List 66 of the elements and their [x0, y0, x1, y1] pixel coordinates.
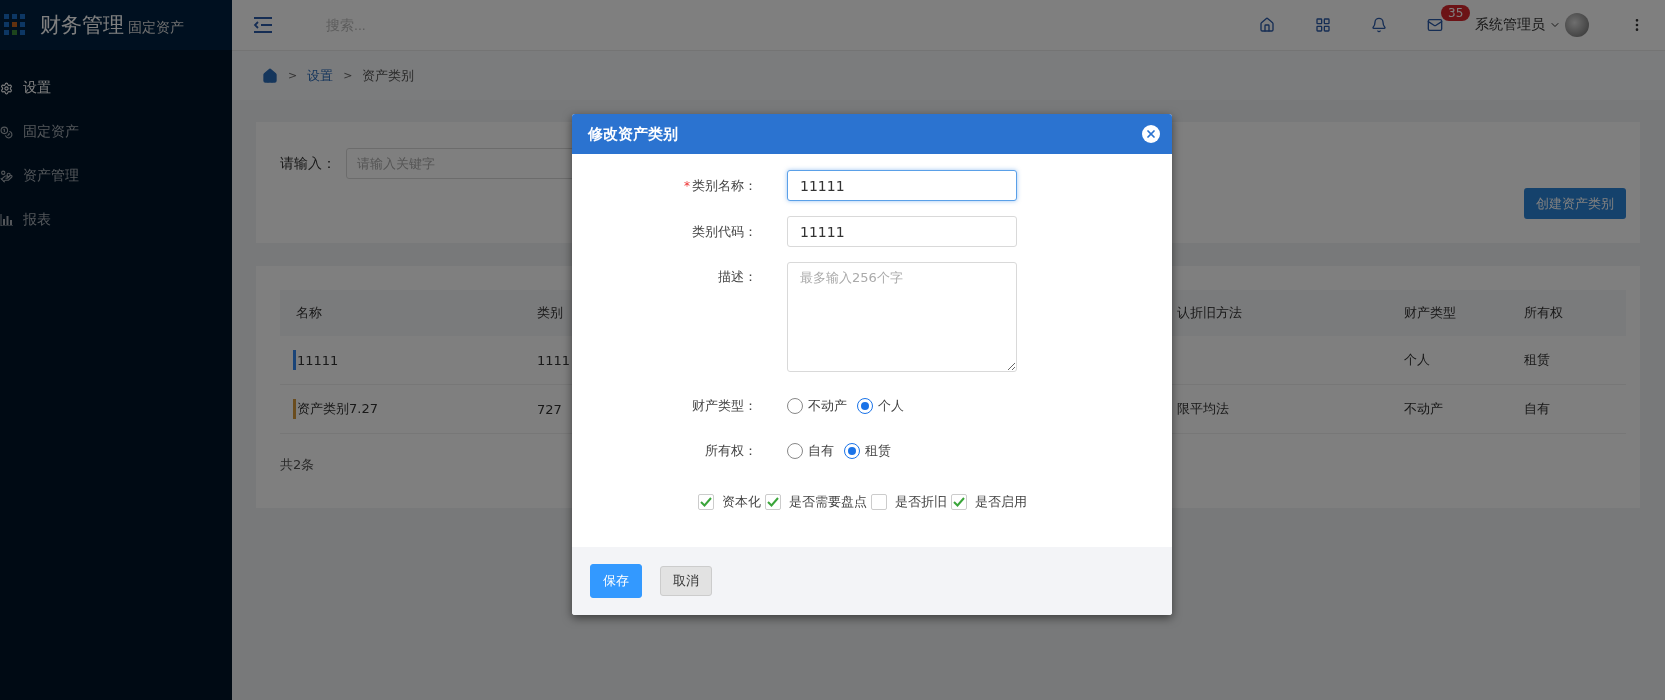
gear-icon: [0, 81, 13, 95]
checkbox-label: 是否需要盘点: [788, 493, 867, 511]
column-header: 财产类型: [1388, 290, 1508, 336]
radio-label: 自有: [808, 442, 834, 460]
radio-label: 不动产: [808, 397, 847, 415]
field-label: 类别名称：: [692, 176, 757, 195]
description-field[interactable]: 最多输入256个字: [787, 262, 1017, 372]
count-badge: 35: [1441, 5, 1471, 21]
coins-icon: [0, 125, 13, 139]
home-icon[interactable]: [262, 67, 278, 84]
breadcrumb-current: 资产类别: [362, 66, 415, 85]
breadcrumb-separator: >: [288, 69, 298, 82]
breadcrumb-separator: >: [343, 69, 353, 82]
sidebar-item[interactable]: 固定资产: [0, 110, 232, 154]
field-label: 财产类型：: [692, 397, 757, 415]
table-cell: 1111: [537, 352, 571, 368]
field-label: 所有权：: [705, 442, 757, 460]
total-count: 共2条: [280, 456, 315, 474]
checkbox[interactable]: [764, 494, 781, 510]
column-header: 名称: [280, 290, 521, 336]
bell-icon[interactable]: [1371, 17, 1387, 33]
radio-label: 租赁: [865, 442, 891, 460]
sidebar-item[interactable]: 报表: [0, 198, 232, 242]
user-menu[interactable]: 系统管理员: [1475, 13, 1589, 37]
grid-icon[interactable]: [1315, 17, 1331, 33]
radio-button[interactable]: [787, 398, 803, 414]
table-cell: 11111: [297, 352, 339, 368]
text-field[interactable]: 11111: [787, 216, 1017, 247]
table-cell: 租赁: [1524, 351, 1550, 369]
field-label: 描述：: [718, 268, 757, 286]
logo-icon: [4, 14, 26, 36]
table-cell: 限平均法: [1177, 400, 1229, 418]
table-cell: 个人: [1404, 351, 1430, 369]
text-field[interactable]: 11111: [787, 170, 1017, 201]
table-cell: 不动产: [1404, 400, 1443, 418]
breadcrumb-link[interactable]: 设置: [307, 66, 334, 85]
column-header: 所有权: [1508, 290, 1626, 336]
home-icon[interactable]: [1259, 17, 1275, 33]
mail-icon[interactable]: [1427, 17, 1443, 33]
table-cell: 资产类别7.27: [297, 400, 378, 418]
checkbox[interactable]: [697, 494, 714, 510]
dialog-title: 修改资产类别: [588, 124, 678, 144]
checkbox[interactable]: [870, 494, 887, 510]
cancel-button[interactable]: 取消: [660, 566, 712, 596]
sidebar-item[interactable]: 资产管理: [0, 154, 232, 198]
create-button[interactable]: 创建资产类别: [1524, 188, 1626, 219]
radio-button[interactable]: [857, 398, 873, 414]
field-label: 类别代码：: [692, 222, 757, 241]
avatar[interactable]: [1565, 13, 1589, 37]
filter-label: 请输入：: [280, 154, 336, 173]
table-cell: 727: [537, 401, 562, 417]
table-cell: 自有: [1524, 400, 1550, 418]
checkbox[interactable]: [950, 494, 967, 510]
radio-label: 个人: [878, 397, 904, 415]
hand-coins-icon: [0, 169, 13, 183]
menu-fold-icon[interactable]: [252, 16, 274, 34]
checkbox-label: 是否折旧: [894, 493, 947, 511]
app-subtitle: 固定资产: [128, 19, 184, 37]
radio-button[interactable]: [787, 443, 803, 459]
save-button[interactable]: 保存: [590, 564, 642, 598]
checkbox-label: 资本化: [721, 493, 761, 511]
radio-button[interactable]: [844, 443, 860, 459]
checkbox-label: 是否启用: [974, 493, 1027, 511]
bar-chart-icon: [0, 214, 13, 226]
required-mark: *: [684, 178, 690, 193]
app-title: 财务管理: [40, 12, 124, 39]
